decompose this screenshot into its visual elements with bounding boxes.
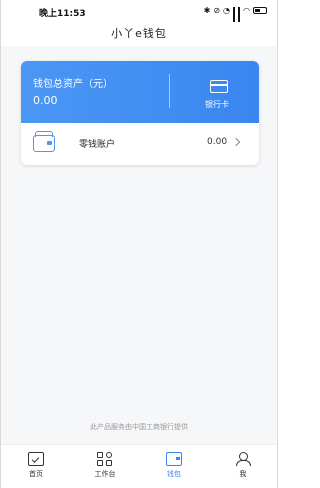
nav-label-me: 我 bbox=[239, 470, 247, 478]
battery-icon bbox=[253, 7, 267, 14]
mute-icon: ⊘ bbox=[213, 6, 221, 15]
nav-item-workbench[interactable]: 工作台 bbox=[85, 452, 125, 479]
wallet-icon bbox=[166, 452, 182, 466]
nav-item-home[interactable]: 首页 bbox=[16, 452, 56, 479]
phone-frame: 晚上11:53 ✱ ⊘ ◔ ◠ 小丫e钱包 钱包总资产（元） 0.00 银行卡 … bbox=[0, 0, 278, 488]
divider bbox=[169, 74, 170, 108]
status-icons: ✱ ⊘ ◔ ◠ bbox=[203, 6, 267, 30]
signal-icon bbox=[233, 6, 236, 30]
bottom-nav: 首页 工作台 钱包 我 bbox=[1, 444, 277, 488]
change-account-value: 0.00 bbox=[207, 137, 228, 147]
wallet-icon bbox=[33, 131, 55, 152]
page-title: 小丫e钱包 bbox=[111, 27, 167, 40]
bank-card-label: 银行卡 bbox=[205, 100, 229, 109]
nav-item-wallet[interactable]: 钱包 bbox=[154, 452, 194, 479]
total-assets-panel[interactable]: 钱包总资产（元） 0.00 银行卡 bbox=[21, 61, 259, 123]
nav-label-home: 首页 bbox=[29, 470, 43, 478]
alarm-icon: ◔ bbox=[223, 6, 231, 15]
wifi-icon: ◠ bbox=[243, 6, 250, 15]
bank-card-icon bbox=[210, 80, 228, 93]
grid-icon bbox=[97, 452, 113, 466]
home-icon bbox=[28, 452, 44, 466]
person-icon bbox=[235, 452, 251, 466]
total-assets-value: 0.00 bbox=[33, 94, 58, 107]
status-time: 晚上11:53 bbox=[39, 9, 86, 19]
total-assets-label: 钱包总资产（元） bbox=[33, 79, 113, 90]
nav-label-workbench: 工作台 bbox=[94, 470, 116, 478]
nav-label-wallet: 钱包 bbox=[167, 470, 181, 478]
signal-icon bbox=[238, 6, 241, 30]
title-bar: 小丫e钱包 bbox=[1, 22, 277, 46]
change-account-label: 零钱账户 bbox=[79, 140, 116, 150]
nav-item-me[interactable]: 我 bbox=[223, 452, 263, 479]
status-bar: 晚上11:53 ✱ ⊘ ◔ ◠ bbox=[1, 0, 277, 30]
wallet-card: 钱包总资产（元） 0.00 银行卡 零钱账户 0.00 bbox=[21, 61, 259, 165]
service-provider-note: 此产品服务由中国工商银行提供 bbox=[90, 423, 188, 431]
chevron-right-icon bbox=[231, 137, 241, 147]
change-account-row[interactable]: 零钱账户 0.00 bbox=[21, 123, 259, 165]
bluetooth-icon: ✱ bbox=[203, 6, 211, 15]
